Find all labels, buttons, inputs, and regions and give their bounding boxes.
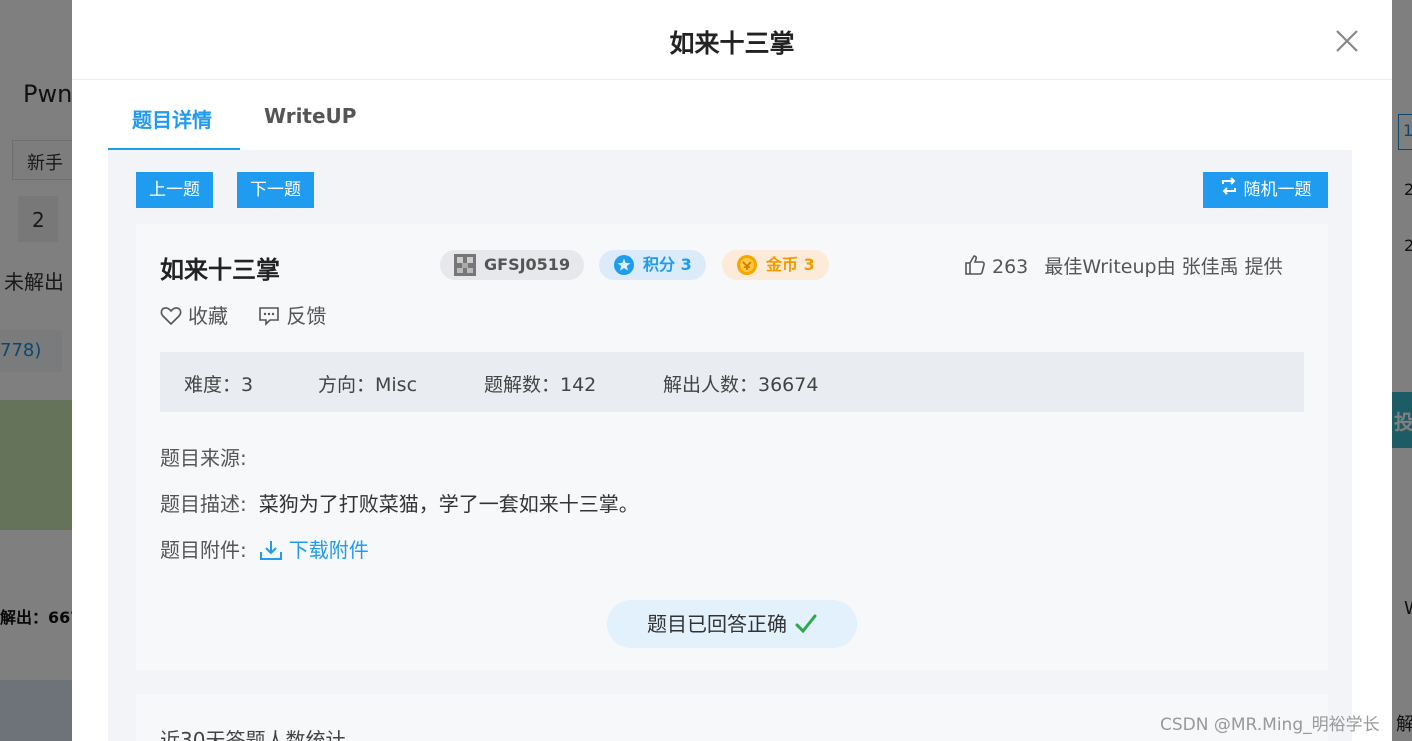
random-button-label: 随机一题 <box>1243 180 1312 200</box>
gold-label: 金币 3 <box>766 255 815 274</box>
watermark: CSDN @MR.Ming_明裕学长 <box>1160 715 1380 735</box>
comment-icon <box>259 307 280 326</box>
best-writeup-text: 最佳Writeup由 张佳禹 提供 <box>1044 256 1283 278</box>
source-label: 题目来源: <box>160 446 247 470</box>
modal-header: 如来十三掌 <box>72 0 1392 80</box>
tab-bar: 题目详情 WriteUP <box>108 90 1352 152</box>
question-code: GFSJ0519 <box>484 255 571 274</box>
question-actions: 收藏 反馈 <box>160 300 350 329</box>
challenge-modal: 如来十三掌 题目详情 WriteUP 上一题 下一题 随机一题 如来十三掌 GF… <box>72 0 1392 741</box>
answered-status: 题目已回答正确 <box>607 600 857 648</box>
download-attachment-link[interactable]: 下载附件 <box>259 538 369 562</box>
score-label: 积分 3 <box>643 255 692 274</box>
attachment-row: 题目附件: 下载附件 <box>160 534 369 563</box>
close-icon[interactable] <box>1332 26 1362 56</box>
download-icon <box>259 541 282 560</box>
likes-area: 263 最佳Writeup由 张佳禹 提供 <box>964 252 1283 281</box>
coin-icon <box>736 254 758 276</box>
solution-count: 题解数：142 <box>484 374 597 396</box>
tab-detail[interactable]: 题目详情 <box>132 104 212 133</box>
meta-bar: 难度：3 方向：Misc 题解数：142 解出人数：36674 <box>160 352 1304 412</box>
shuffle-icon <box>1220 172 1238 208</box>
download-label: 下载附件 <box>288 538 369 562</box>
direction: 方向：Misc <box>318 374 418 396</box>
feedback-button[interactable]: 反馈 <box>258 300 326 329</box>
heart-icon <box>160 307 182 326</box>
description-text: 菜狗为了打败菜猫，学了一套如来十三掌。 <box>258 492 639 516</box>
answered-text: 题目已回答正确 <box>647 612 787 636</box>
description-row: 题目描述: 菜狗为了打败菜猫，学了一套如来十三掌。 <box>160 488 639 517</box>
modal-title: 如来十三掌 <box>669 29 795 58</box>
gold-badge: 金币 3 <box>722 250 829 280</box>
question-title: 如来十三掌 <box>160 256 280 284</box>
question-code-badge: GFSJ0519 <box>440 250 585 280</box>
tab-writeup[interactable]: WriteUP <box>264 104 356 128</box>
source-row: 题目来源: <box>160 442 247 471</box>
likes-count: 263 <box>992 256 1029 278</box>
favorite-label: 收藏 <box>188 304 228 328</box>
difficulty: 难度：3 <box>184 374 254 396</box>
score-badge: 积分 3 <box>599 250 706 280</box>
random-question-button[interactable]: 随机一题 <box>1203 172 1328 208</box>
thumbs-up-icon[interactable] <box>964 254 986 281</box>
star-icon <box>613 254 635 276</box>
stats-title: 近30天答题人数统计 <box>160 728 346 741</box>
detail-panel: 上一题 下一题 随机一题 如来十三掌 GFSJ0519 积分 3 金币 3 26… <box>108 150 1352 741</box>
challenge-avatar-icon <box>454 254 476 276</box>
prev-question-button[interactable]: 上一题 <box>136 172 213 208</box>
attachment-label: 题目附件: <box>160 538 247 562</box>
stats-card: 近30天答题人数统计 <box>136 694 1328 741</box>
feedback-label: 反馈 <box>286 304 327 328</box>
description-label: 题目描述: <box>160 492 247 516</box>
favorite-button[interactable]: 收藏 <box>160 300 228 329</box>
solver-count: 解出人数：36674 <box>663 374 819 396</box>
checkmark-icon <box>795 604 817 652</box>
question-card: 如来十三掌 GFSJ0519 积分 3 金币 3 263 最佳Writeup由 … <box>136 224 1328 670</box>
next-question-button[interactable]: 下一题 <box>237 172 314 208</box>
